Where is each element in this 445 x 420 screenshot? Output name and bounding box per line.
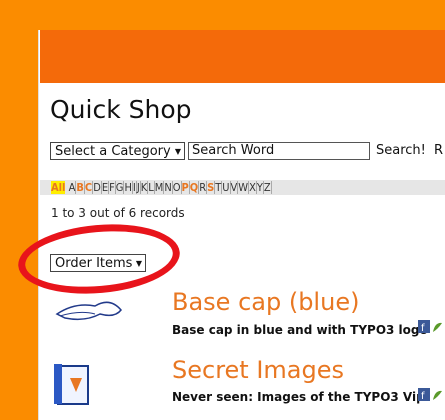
alpha-letter-x[interactable]: X (249, 181, 257, 194)
svg-text:f: f (421, 391, 425, 402)
alpha-letter-b[interactable]: B (76, 181, 85, 194)
alpha-letter-l[interactable]: L (148, 181, 155, 194)
alpha-letter-m[interactable]: M (154, 181, 165, 194)
social-share-icon[interactable]: f (418, 320, 445, 334)
product-title[interactable]: Base cap (blue) (172, 288, 359, 316)
alpha-letter-f[interactable]: F (109, 181, 116, 194)
svg-text:f: f (421, 323, 425, 334)
book-thumbnail-icon[interactable] (52, 362, 100, 406)
social-share-icon[interactable]: f (418, 388, 445, 402)
alpha-letter-h[interactable]: H (124, 181, 133, 194)
header-banner (40, 30, 445, 83)
product-title[interactable]: Secret Images (172, 356, 344, 384)
reset-button-fragment[interactable]: R (434, 143, 443, 158)
alpha-letter-z[interactable]: Z (263, 181, 272, 194)
alpha-letter-s[interactable]: S (207, 181, 216, 194)
alpha-letter-q[interactable]: Q (189, 181, 200, 194)
alpha-letter-u[interactable]: U (222, 181, 231, 194)
alpha-letter-e[interactable]: E (101, 181, 110, 194)
alphabet-filter: All ABCDEFGHIJKLMNOPQRSTUVWXYZ (51, 181, 272, 194)
search-button[interactable]: Search! R (376, 143, 443, 158)
category-select-label: Select a Category (55, 144, 171, 159)
dropdown-arrow-icon: ▼ (174, 147, 181, 156)
alpha-letter-n[interactable]: N (164, 181, 173, 194)
top-background (0, 0, 445, 30)
page-title: Quick Shop (50, 95, 192, 124)
product-description: Base cap in blue and with TYPO3 logo (172, 323, 428, 337)
cap-thumbnail-icon[interactable] (55, 292, 125, 322)
search-button-label: Search! (376, 143, 426, 158)
alpha-letter-r[interactable]: R (199, 181, 208, 194)
product-description: Never seen: Images of the TYPO3 Vip (172, 390, 425, 404)
alpha-all-link[interactable]: All (51, 181, 66, 194)
alpha-letter-o[interactable]: O (172, 181, 182, 194)
alpha-letter-p[interactable]: P (181, 181, 190, 194)
category-select[interactable]: Select a Category ▼ (50, 142, 185, 160)
alpha-letter-w[interactable]: W (238, 181, 250, 194)
alpha-letter-d[interactable]: D (93, 181, 102, 194)
search-input[interactable]: Search Word (188, 142, 370, 160)
alpha-letter-c[interactable]: C (84, 181, 94, 194)
alpha-letter-y[interactable]: Y (256, 181, 264, 194)
records-summary: 1 to 3 out of 6 records (51, 206, 185, 220)
